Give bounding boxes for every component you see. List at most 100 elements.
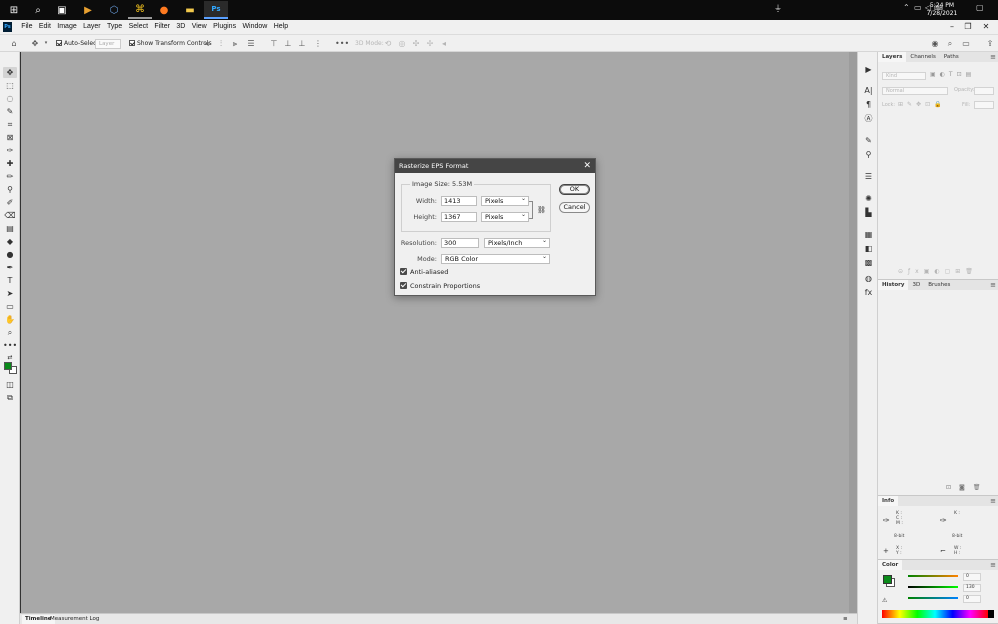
dodge-tool-icon[interactable]: ● (3, 249, 17, 260)
width-unit-select[interactable]: Pixels (481, 195, 529, 206)
menu-image[interactable]: Image (54, 22, 80, 32)
distribute-icon[interactable]: ☰ (246, 38, 256, 49)
menu-select[interactable]: Select (125, 22, 151, 32)
swatches-icon[interactable]: ▦ (862, 229, 875, 240)
panel-menu-icon[interactable]: ≡ (990, 280, 996, 290)
brush-settings-icon[interactable]: ✎ (862, 135, 875, 146)
layer-dropdown[interactable]: Layer (95, 39, 121, 49)
quick-select-tool-icon[interactable]: ✎ (3, 106, 17, 117)
folder-app-icon[interactable]: ⌘ (128, 1, 152, 19)
history-brush-tool-icon[interactable]: ✐ (3, 197, 17, 208)
resolution-input[interactable]: 300 (441, 238, 479, 248)
stamp-tool-icon[interactable]: ⚲ (3, 184, 17, 195)
home-icon[interactable]: ⌂ (9, 38, 19, 49)
constrain-proportions-checkbox[interactable] (400, 282, 407, 289)
actions-icon[interactable]: ▶ (862, 64, 875, 75)
constrain-proportions-option[interactable]: Constrain Proportions (400, 282, 480, 290)
tab-layers[interactable]: Layers (878, 52, 907, 62)
menu-edit[interactable]: Edit (36, 22, 54, 32)
align-top-icon[interactable]: ⊤ (269, 38, 279, 49)
usb-icon[interactable]: ⏚ (774, 3, 782, 14)
search-icon[interactable]: ⌕ (26, 1, 50, 19)
height-input[interactable]: 1367 (441, 212, 477, 222)
pen-tool-icon[interactable]: ✒ (3, 262, 17, 273)
align-middle-icon[interactable]: ⊥ (283, 38, 293, 49)
restore-icon[interactable]: ❐ (962, 22, 974, 32)
blend-mode-dropdown[interactable]: Normal (882, 87, 948, 95)
auto-select-option[interactable]: Auto-Select (56, 38, 99, 49)
frame-tool-icon[interactable]: ⊠ (3, 132, 17, 143)
fill-field[interactable] (974, 101, 994, 109)
vertical-scrollbar[interactable] (849, 52, 857, 613)
align-right-icon[interactable]: ⫸ (230, 38, 240, 49)
media-player-icon[interactable]: ▶ (76, 1, 100, 19)
quick-mask-icon[interactable]: ◫ (3, 379, 17, 390)
green-slider[interactable] (908, 586, 958, 588)
resolution-unit-select[interactable]: Pixels/Inch (484, 237, 550, 248)
mode-select[interactable]: RGB Color (441, 253, 550, 264)
styles-icon[interactable]: fx (862, 287, 875, 298)
red-slider[interactable] (908, 575, 958, 577)
libraries-icon[interactable]: ◍ (862, 273, 875, 284)
panel-menu-icon[interactable]: ≡ (990, 560, 996, 570)
tab-brushes[interactable]: Brushes (924, 280, 954, 290)
clock[interactable]: 5:24 PM 7/28/2021 (918, 2, 966, 18)
menu-type[interactable]: Type (104, 22, 126, 32)
brush-tool-icon[interactable]: ✏ (3, 171, 17, 182)
auto-select-checkbox[interactable] (56, 40, 62, 46)
rectangle-tool-icon[interactable]: ▭ (3, 301, 17, 312)
anti-aliased-checkbox[interactable] (400, 268, 407, 275)
color-spectrum-bar[interactable] (882, 610, 988, 618)
app-icon[interactable]: ⬡ (102, 1, 126, 19)
tab-measurement-log[interactable]: Measurement Log (47, 615, 102, 624)
path-select-tool-icon[interactable]: ➤ (3, 288, 17, 299)
menu-layer[interactable]: Layer (80, 22, 104, 32)
crop-tool-icon[interactable]: ⌗ (3, 119, 17, 130)
layer-filter-kind[interactable]: Kind (882, 72, 926, 80)
eraser-tool-icon[interactable]: ⌫ (3, 210, 17, 221)
tab-info[interactable]: Info (878, 496, 899, 506)
gradient-tool-icon[interactable]: ▤ (3, 223, 17, 234)
clone-source-icon[interactable]: ⚲ (862, 149, 875, 160)
zoom-tool-icon[interactable]: ⌕ (3, 327, 17, 338)
tab-paths[interactable]: Paths (940, 52, 963, 62)
blur-tool-icon[interactable]: ◆ (3, 236, 17, 247)
more-tools-icon[interactable]: ••• (3, 340, 17, 351)
align-left-icon[interactable]: ⫷ (202, 38, 212, 49)
healing-brush-tool-icon[interactable]: ✚ (3, 158, 17, 169)
eyedropper-tool-icon[interactable]: ✑ (3, 145, 17, 156)
hand-tool-icon[interactable]: ✋ (3, 314, 17, 325)
tab-history[interactable]: History (878, 280, 909, 290)
canvas-area[interactable] (21, 52, 857, 613)
distribute-vertical-icon[interactable]: ⋮ (313, 38, 323, 49)
show-transform-option[interactable]: Show Transform Controls (129, 38, 212, 49)
file-explorer-icon[interactable]: ▬ (178, 1, 202, 19)
menu-window[interactable]: Window (239, 22, 270, 32)
tab-color[interactable]: Color (878, 560, 903, 570)
menu-file[interactable]: File (18, 22, 36, 32)
account-icon[interactable]: ◉ (930, 38, 940, 49)
photoshop-taskbar-icon[interactable]: Ps (204, 1, 228, 19)
panel-menu-icon[interactable]: ≡ (990, 52, 996, 62)
red-value-field[interactable]: 0 (963, 573, 981, 581)
windows-start-icon[interactable]: ⊞ (2, 1, 26, 19)
menu-plugins[interactable]: Plugins (210, 22, 239, 32)
color-foreground-swatch[interactable] (883, 575, 892, 584)
menu-help[interactable]: Help (271, 22, 292, 32)
blue-slider[interactable] (908, 597, 958, 599)
layer-actions-icons[interactable]: ⊝ƒx▣◐▢⊞🗑 (898, 268, 978, 275)
cancel-button[interactable]: Cancel (559, 202, 590, 213)
type-tool-icon[interactable]: T (3, 275, 17, 286)
menu-3d[interactable]: 3D (173, 22, 188, 32)
gradients-icon[interactable]: ◧ (862, 243, 875, 254)
tab-3d[interactable]: 3D (908, 280, 924, 290)
firefox-icon[interactable]: ● (152, 1, 176, 19)
glyphs-icon[interactable]: Ⓐ (862, 113, 875, 124)
workspace-icon[interactable]: ▭ (961, 38, 971, 49)
move-tool-icon[interactable]: ✥ (30, 38, 40, 49)
menu-view[interactable]: View (189, 22, 210, 32)
history-actions-icons[interactable]: ⊡◙🗑 (946, 484, 988, 491)
close-window-icon[interactable]: ✕ (980, 22, 992, 32)
width-input[interactable]: 1413 (441, 196, 477, 206)
panel-menu-icon[interactable]: ≡ (990, 496, 996, 506)
